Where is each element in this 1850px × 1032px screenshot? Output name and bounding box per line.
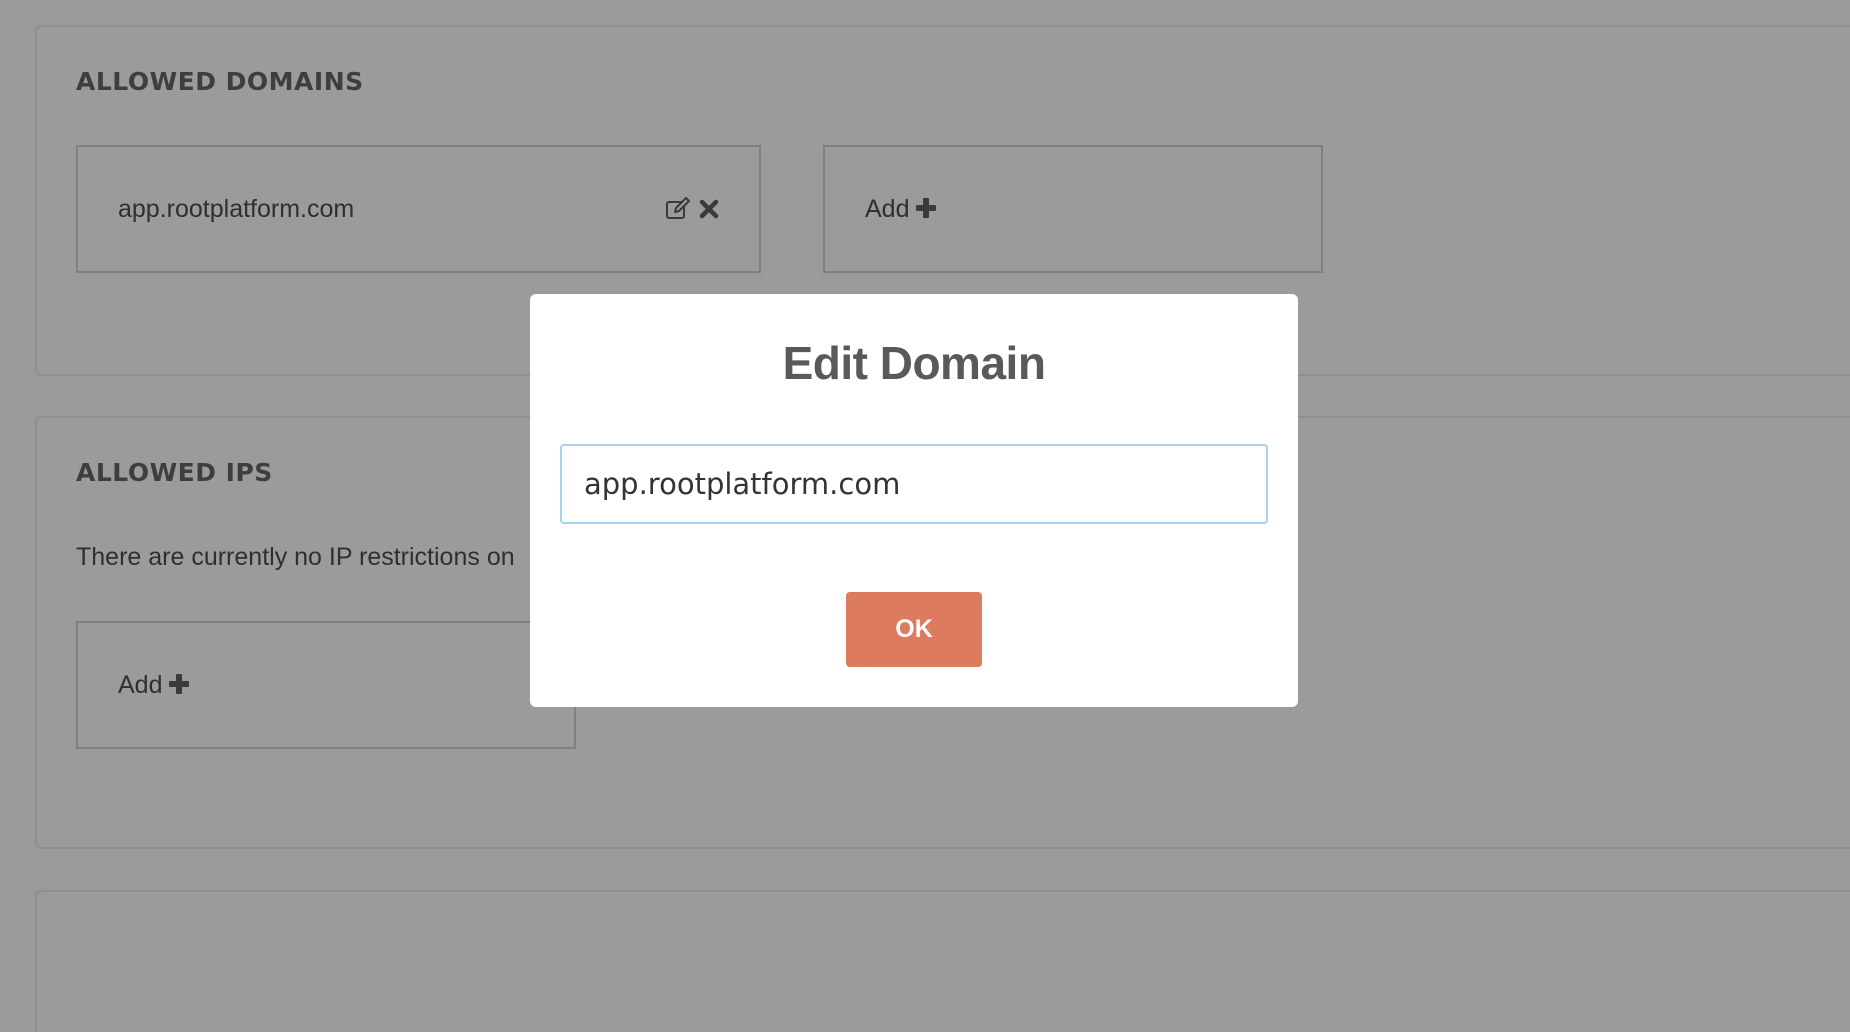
ok-button[interactable]: OK [846, 592, 982, 667]
edit-icon[interactable] [665, 197, 691, 221]
add-ip-button[interactable]: Add [76, 621, 576, 749]
domain-item: app.rootplatform.com [76, 145, 761, 273]
close-icon[interactable] [699, 199, 719, 219]
domain-item-label: app.rootplatform.com [118, 194, 355, 223]
domain-item-actions [665, 197, 719, 221]
empty-card [35, 890, 1850, 1032]
plus-icon [915, 197, 937, 219]
modal-title: Edit Domain [782, 337, 1046, 389]
allowed-domains-title: ALLOWED DOMAINS [76, 67, 364, 96]
plus-icon [168, 673, 190, 695]
settings-page: ALLOWED DOMAINS app.rootplatform.com Add… [0, 0, 1850, 1032]
add-domain-button[interactable]: Add [823, 145, 1323, 273]
domain-input[interactable] [560, 444, 1268, 524]
add-domain-label: Add [865, 194, 910, 223]
allowed-ips-title: ALLOWED IPS [76, 458, 273, 487]
ip-restrictions-message: There are currently no IP restrictions o… [76, 543, 515, 571]
add-ip-label: Add [118, 670, 163, 699]
edit-domain-modal: Edit Domain OK [530, 294, 1298, 707]
